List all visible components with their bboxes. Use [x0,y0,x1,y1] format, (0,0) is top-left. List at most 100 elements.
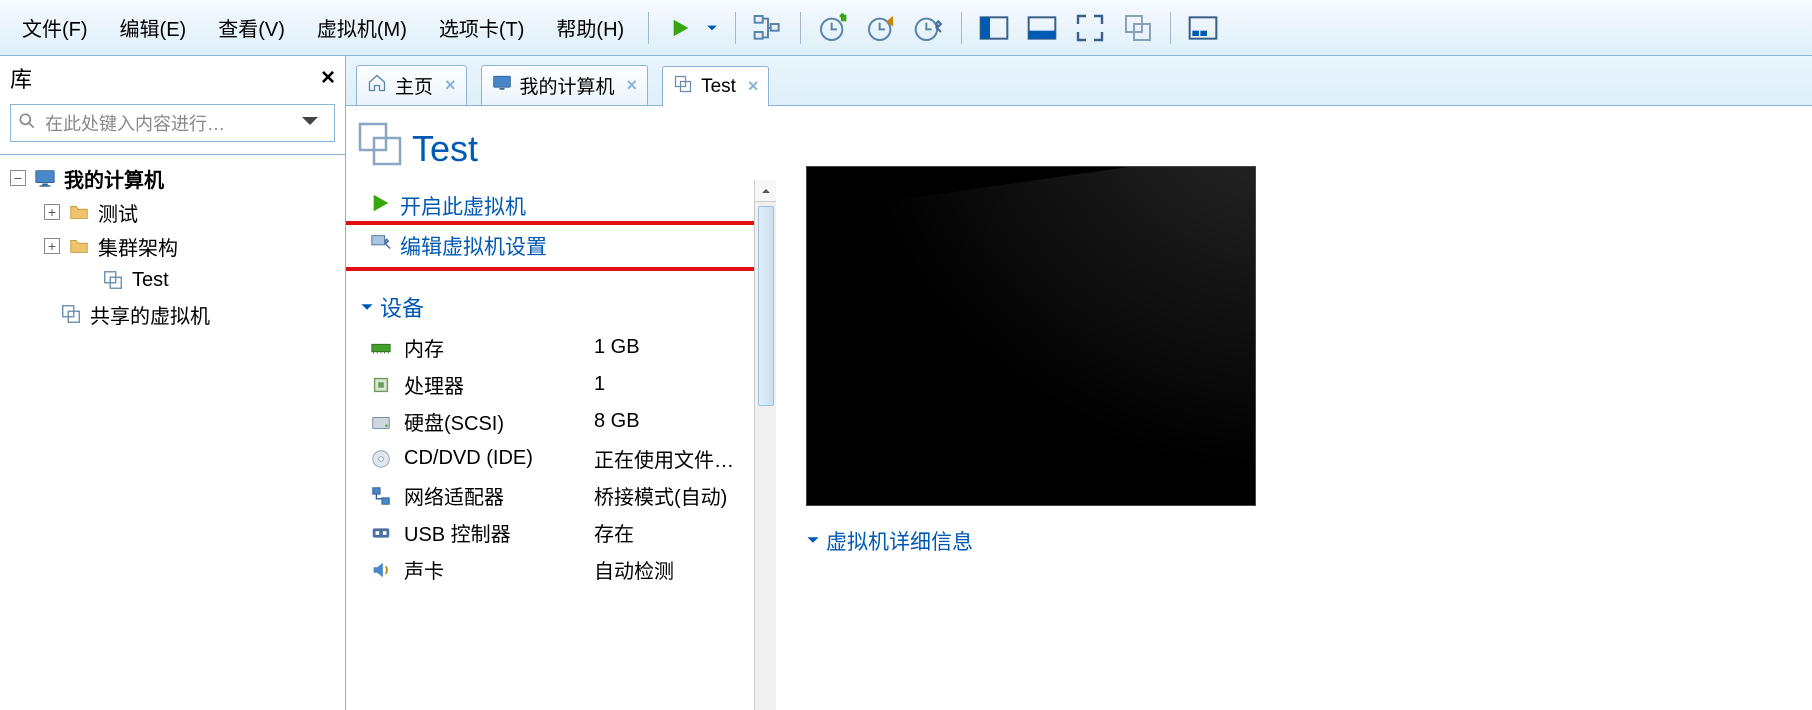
vm-icon [356,120,404,177]
memory-icon [370,337,394,359]
details-label: 虚拟机详细信息 [826,526,973,556]
library-sidebar: 库 × 在此处键入内容进行… − 我的计算机 + [0,56,346,710]
menu-edit[interactable]: 编辑(E) [104,7,203,48]
action-label: 编辑虚拟机设置 [400,231,547,261]
chevron-down-icon[interactable] [300,111,328,136]
separator [961,12,962,44]
search-icon [17,111,45,136]
vm-left-column: Test 开启此虚拟机 编辑虚拟机设置 [346,106,776,710]
menu-help[interactable]: 帮助(H) [540,7,640,48]
tree-view-icon[interactable] [752,12,784,44]
tab-close-button[interactable]: × [445,75,456,96]
tree-node-my-computer[interactable]: − 我的计算机 [0,161,345,195]
vm-title: Test [346,116,776,187]
wrench-icon [370,232,392,260]
scroll-thumb[interactable] [758,206,774,406]
vm-details-header[interactable]: 虚拟机详细信息 [806,526,1792,556]
library-tree: − 我的计算机 + 测试 + 集群架构 [0,154,345,710]
vm-icon [673,74,693,100]
vm-actions: 开启此虚拟机 编辑虚拟机设置 设备 内存1 GB 处理器 [346,187,772,588]
menu-file[interactable]: 文件(F) [6,7,104,48]
device-row[interactable]: USB 控制器存在 [346,514,772,551]
scroll-up-arrow[interactable] [755,180,776,202]
power-on-vm-link[interactable]: 开启此虚拟机 [346,187,772,225]
tree-node-shared-vms[interactable]: 共享的虚拟机 [0,297,345,331]
tree-label: 集群架构 [98,232,178,261]
menu-tabs[interactable]: 选项卡(T) [423,7,541,48]
close-sidebar-button[interactable]: × [321,64,335,92]
device-value: 1 GB [594,336,640,359]
device-row[interactable]: 网络适配器桥接模式(自动) [346,477,772,514]
tree-node-test-vm[interactable]: Test [0,263,345,297]
chevron-down-icon [360,294,374,320]
tab-close-button[interactable]: × [627,75,638,96]
library-search-input[interactable]: 在此处键入内容进行… [10,104,335,142]
tree-label: 共享的虚拟机 [90,300,210,329]
vm-title-text: Test [412,128,478,170]
play-icon [370,192,392,220]
snapshot-take-icon[interactable] [817,12,849,44]
menu-vm[interactable]: 虚拟机(M) [301,7,423,48]
separator [800,12,801,44]
tree-label: Test [132,269,169,292]
show-sidebar-icon[interactable] [978,12,1010,44]
tree-label: 我的计算机 [64,164,164,193]
tab-my-computer[interactable]: 我的计算机 × [481,65,649,105]
snapshot-manage-icon[interactable] [913,12,945,44]
device-row[interactable]: 处理器 1 [346,366,772,403]
thumbnail-bar-icon[interactable] [1187,12,1219,44]
home-icon [367,73,387,99]
collapse-icon[interactable]: − [10,170,26,186]
spacer [36,306,52,322]
vm-thumbnail[interactable] [806,166,1256,506]
workspace: 库 × 在此处键入内容进行… − 我的计算机 + [0,56,1812,710]
shared-vm-icon [60,303,82,325]
device-row[interactable]: 硬盘(SCSI)8 GB [346,403,772,440]
tab-home[interactable]: 主页 × [356,65,467,105]
device-row[interactable]: 内存1 GB [346,329,772,366]
tree-node-cluster-folder[interactable]: + 集群架构 [0,229,345,263]
device-row[interactable]: 声卡自动检测 [346,551,772,588]
section-title: 设备 [380,291,424,323]
fullscreen-icon[interactable] [1074,12,1106,44]
usb-icon [370,522,394,544]
edit-vm-settings-link[interactable]: 编辑虚拟机设置 [346,225,772,267]
monitor-icon [34,167,56,189]
devices-section-header[interactable]: 设备 [346,267,772,329]
device-name: CD/DVD (IDE) [404,447,584,470]
play-dropdown[interactable] [701,12,719,44]
separator [735,12,736,44]
tab-label: 主页 [395,72,433,99]
play-button[interactable] [665,12,697,44]
tree-node-test-folder[interactable]: + 测试 [0,195,345,229]
unity-mode-icon[interactable] [1122,12,1154,44]
device-value: 桥接模式(自动) [594,481,727,510]
device-value: 存在 [594,518,634,547]
device-row[interactable]: CD/DVD (IDE) 正在使用文件… [346,440,772,477]
device-value: 正在使用文件… [594,444,734,473]
chevron-down-icon [806,529,820,553]
device-name: 声卡 [404,555,584,584]
device-name: USB 控制器 [404,518,584,547]
tabs-bar: 主页 × 我的计算机 × Test × [346,56,1812,106]
device-value: 自动检测 [594,555,674,584]
expand-icon[interactable]: + [44,204,60,220]
device-value: 1 [594,373,605,396]
menu-view[interactable]: 查看(V) [202,7,301,48]
hdd-icon [370,411,394,433]
cpu-icon [370,374,394,396]
tab-test-vm[interactable]: Test × [662,66,769,106]
snapshot-revert-icon[interactable] [865,12,897,44]
tab-label: 我的计算机 [520,72,615,99]
device-name: 处理器 [404,370,584,399]
tab-label: Test [701,76,736,98]
folder-icon [68,235,90,257]
search-placeholder: 在此处键入内容进行… [45,110,300,136]
cd-icon [370,448,394,470]
expand-icon[interactable]: + [44,238,60,254]
tree-label: 测试 [98,198,138,227]
tab-close-button[interactable]: × [748,76,759,97]
vertical-scrollbar[interactable] [754,180,776,710]
vm-icon [102,269,124,291]
show-console-icon[interactable] [1026,12,1058,44]
